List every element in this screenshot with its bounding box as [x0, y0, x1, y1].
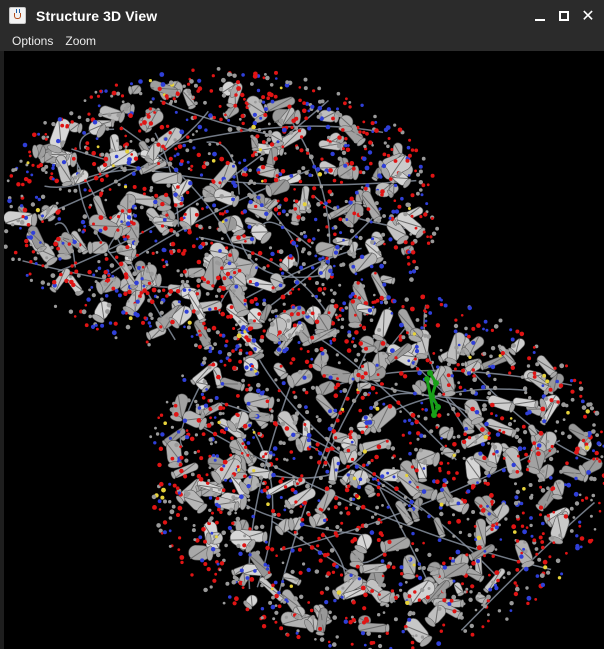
minimize-button[interactable]	[528, 0, 552, 31]
title-bar[interactable]: Structure 3D View ✕	[0, 0, 604, 31]
structure-3d-window: Structure 3D View ✕ Options Zoom	[0, 0, 604, 649]
maximize-button[interactable]	[552, 0, 576, 31]
java-cup-icon	[9, 7, 26, 24]
structure-3d-canvas[interactable]	[4, 51, 604, 649]
menu-zoom[interactable]: Zoom	[59, 34, 102, 48]
maximize-icon	[559, 10, 569, 21]
menu-bar: Options Zoom	[0, 31, 604, 52]
window-title: Structure 3D View	[36, 7, 158, 24]
close-button[interactable]: ✕	[576, 0, 600, 31]
window-controls: ✕	[528, 0, 604, 31]
protein-chain-b	[149, 293, 604, 649]
molecule-render[interactable]	[4, 51, 604, 649]
close-icon: ✕	[581, 5, 595, 25]
minimize-icon	[535, 18, 545, 21]
menu-options[interactable]: Options	[0, 34, 59, 48]
